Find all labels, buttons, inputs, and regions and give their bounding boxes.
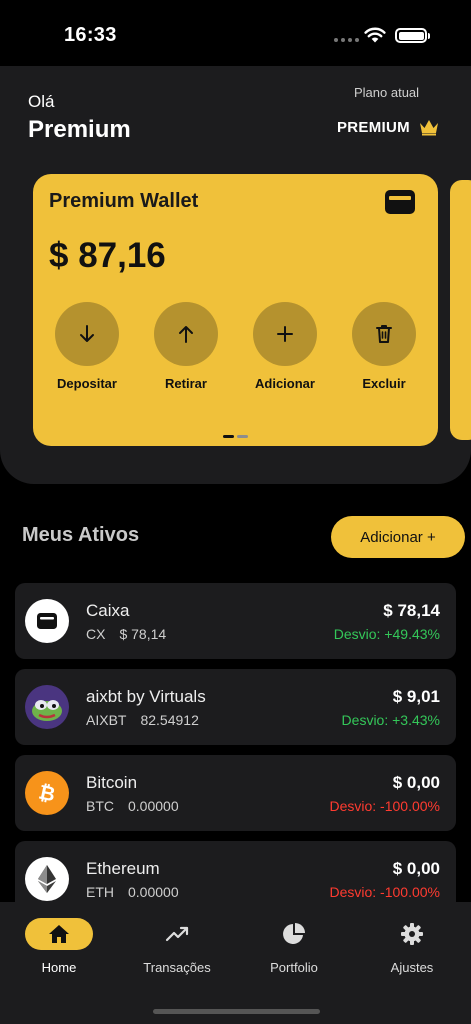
next-wallet-card[interactable] — [450, 180, 471, 440]
nav-item-settings[interactable]: Ajustes — [353, 918, 471, 975]
crown-icon — [419, 120, 438, 136]
asset-deviation: Desvio: -100.00% — [329, 798, 440, 814]
asset-value: $ 78,14 — [383, 601, 440, 620]
deposit-label: Depositar — [57, 376, 117, 391]
asset-list: Caixa CX $ 78,14 $ 78,14 Desvio: +49.43% … — [15, 583, 456, 927]
pager-dot-active — [223, 435, 234, 438]
nav-label: Ajustes — [390, 960, 434, 975]
aixbt-logo-icon — [25, 685, 69, 729]
asset-name: aixbt by Virtuals — [86, 687, 206, 706]
asset-symbol: ETH — [86, 884, 114, 900]
asset-deviation: Desvio: -100.00% — [329, 884, 440, 900]
delete-label: Excluir — [362, 376, 406, 391]
asset-subtitle: AIXBT 82.54912 — [86, 712, 199, 728]
header-panel: Olá Premium Plano atual PREMIUM Premium … — [0, 66, 471, 484]
asset-value: $ 9,01 — [392, 687, 440, 706]
nav-label: Portfolio — [270, 960, 318, 975]
deposit-button[interactable]: Depositar — [37, 302, 137, 391]
asset-subtitle: ETH 0.00000 — [86, 884, 179, 900]
pie-chart-icon — [283, 923, 305, 944]
nav-item-portfolio[interactable]: Portfolio — [235, 918, 353, 975]
asset-amount: 0.00000 — [128, 884, 179, 900]
wallet-card[interactable]: Premium Wallet $ 87,16 Depositar Retirar… — [33, 174, 438, 446]
asset-amount: 0.00000 — [128, 798, 179, 814]
add-button[interactable]: Adicionar — [235, 302, 335, 391]
asset-value: $ 0,00 — [392, 859, 440, 878]
asset-deviation: Desvio: +49.43% — [333, 626, 440, 642]
asset-subtitle: CX $ 78,14 — [86, 626, 166, 642]
nav-label: Transações — [143, 960, 211, 975]
status-bar: 16:33 — [0, 0, 471, 66]
wallet-balance: $ 87,16 — [49, 236, 166, 275]
pager-dot — [237, 435, 248, 438]
cellular-signal-icon — [334, 38, 359, 42]
trash-icon — [376, 325, 392, 343]
status-time: 16:33 — [64, 24, 117, 46]
arrow-up-icon — [179, 326, 193, 343]
asset-value: $ 0,00 — [392, 773, 440, 792]
withdraw-button[interactable]: Retirar — [136, 302, 236, 391]
nav-item-transactions[interactable]: Transações — [118, 918, 236, 975]
plan-label: Plano atual — [354, 85, 420, 100]
svg-text:₿: ₿ — [37, 780, 58, 806]
asset-deviation: Desvio: +3.43% — [341, 712, 440, 728]
asset-symbol: CX — [86, 626, 106, 642]
add-asset-button[interactable]: Adicionar + — [331, 516, 465, 558]
nav-item-home[interactable]: Home — [0, 918, 118, 975]
delete-button[interactable]: Excluir — [334, 302, 434, 391]
current-plan[interactable]: PREMIUM — [337, 118, 440, 136]
greeting-text: Olá — [28, 92, 55, 111]
nav-label: Home — [41, 960, 77, 975]
trend-line-icon — [165, 926, 189, 942]
wallet-icon — [25, 599, 69, 643]
home-icon — [49, 925, 69, 943]
bitcoin-icon: ₿ — [25, 771, 69, 815]
wallet-title: Premium Wallet — [49, 190, 199, 212]
asset-symbol: AIXBT — [86, 712, 127, 728]
add-label: Adicionar — [255, 376, 315, 391]
asset-subtitle: BTC 0.00000 — [86, 798, 179, 814]
home-indicator — [153, 1009, 320, 1014]
user-name: Premium — [28, 116, 131, 143]
withdraw-label: Retirar — [165, 376, 207, 391]
asset-name: Ethereum — [86, 859, 160, 878]
asset-name: Bitcoin — [86, 773, 138, 792]
plus-icon — [277, 326, 293, 342]
asset-name: Caixa — [86, 601, 130, 620]
wifi-icon — [364, 27, 386, 43]
asset-symbol: BTC — [86, 798, 114, 814]
section-title: Meus Ativos — [22, 524, 140, 546]
bottom-nav: Home Transações Portfolio Ajustes — [0, 902, 471, 1024]
arrow-down-icon — [80, 325, 94, 342]
asset-row-caixa[interactable]: Caixa CX $ 78,14 $ 78,14 Desvio: +49.43% — [15, 583, 456, 659]
asset-row-aixbt[interactable]: aixbt by Virtuals AIXBT 82.54912 $ 9,01 D… — [15, 669, 456, 745]
asset-amount: $ 78,14 — [119, 626, 167, 642]
asset-amount: 82.54912 — [140, 712, 199, 728]
ethereum-icon — [25, 857, 69, 901]
gear-icon — [401, 923, 423, 945]
wallet-pager — [223, 435, 248, 438]
plan-value: PREMIUM — [337, 118, 410, 136]
asset-row-bitcoin[interactable]: ₿ Bitcoin BTC 0.00000 $ 0,00 Desvio: -100… — [15, 755, 456, 831]
wallet-icon — [385, 190, 415, 214]
battery-icon — [395, 28, 430, 43]
